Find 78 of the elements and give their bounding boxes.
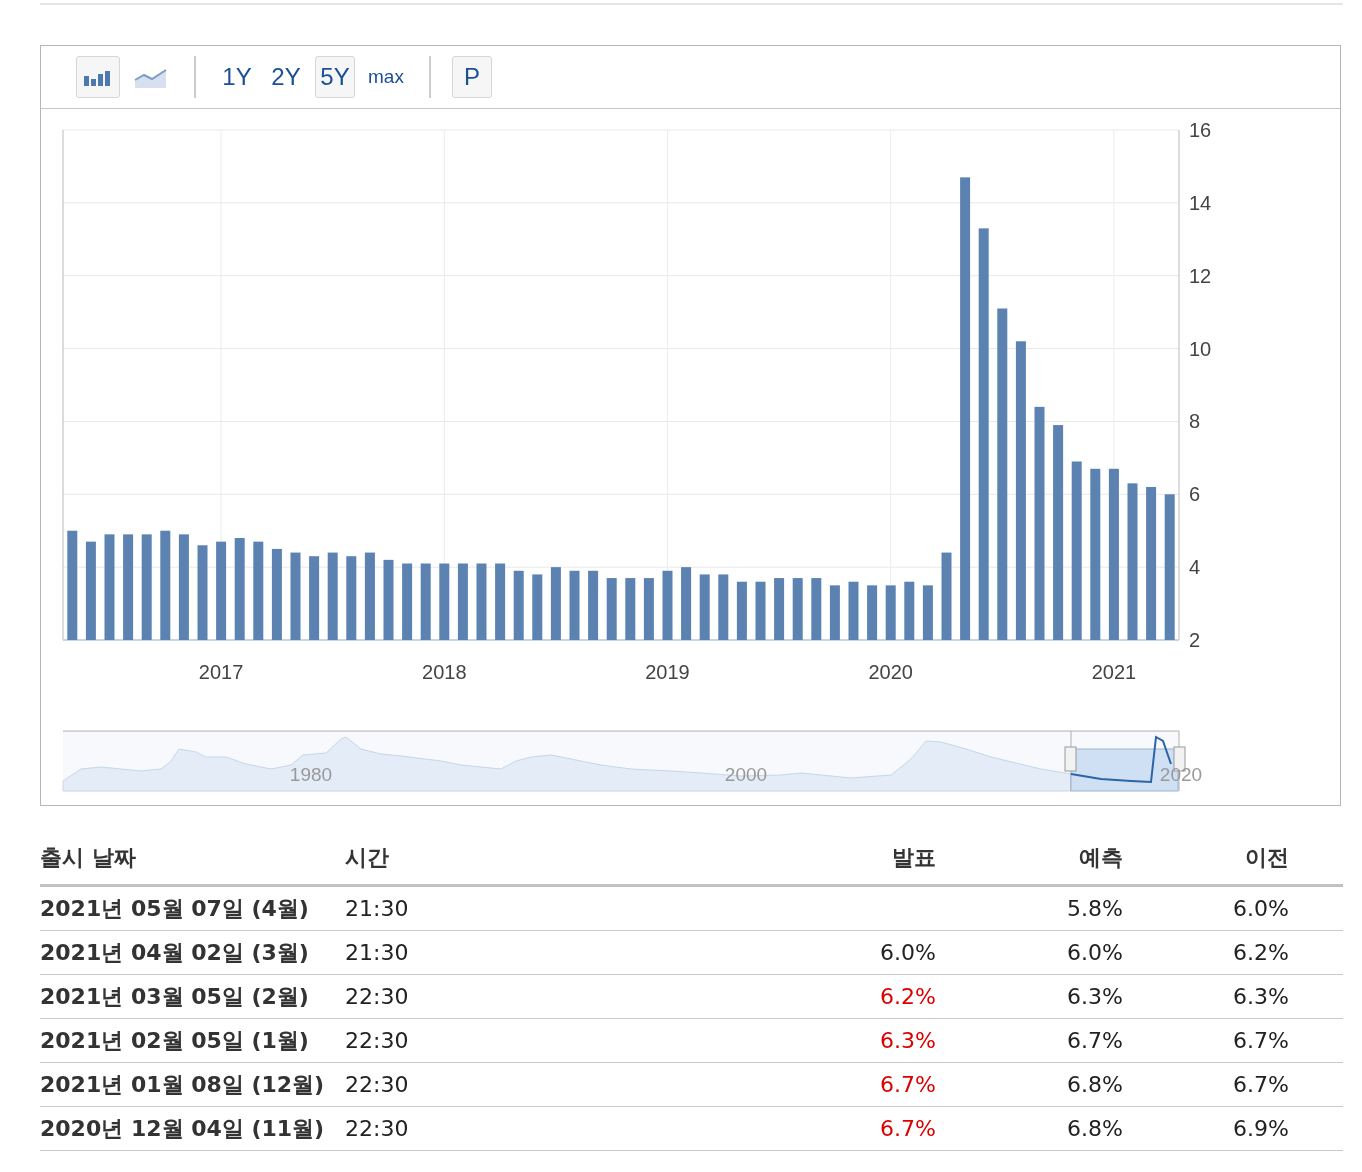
previous-cell-text: 6.3% bbox=[1232, 984, 1289, 1009]
bar bbox=[867, 585, 878, 640]
bar bbox=[588, 570, 599, 640]
navigator-year-label: 2020 bbox=[1159, 764, 1203, 785]
actual-value: 6.7% bbox=[880, 1116, 936, 1141]
previous-cell-text: 6.7% bbox=[1232, 1028, 1289, 1053]
bar bbox=[904, 581, 915, 640]
actual-value: 6.2% bbox=[880, 984, 936, 1009]
x-tick-label: 2017 bbox=[198, 661, 244, 683]
x-tick-label: 2020 bbox=[868, 661, 913, 683]
column-header: 이전 bbox=[1244, 844, 1289, 872]
release-date-cell-text: 2021년 04월 02일 (3월) bbox=[40, 938, 310, 967]
time-cell-text: 22:30 bbox=[345, 1116, 410, 1141]
y-tick-label: 10 bbox=[1189, 337, 1212, 360]
range-button[interactable]: 5Y bbox=[315, 56, 355, 98]
bar bbox=[755, 581, 766, 640]
range-button[interactable]: 1Y bbox=[217, 56, 257, 98]
time-cell-text: 22:30 bbox=[345, 1028, 410, 1053]
bar bbox=[922, 585, 933, 640]
release-date-cell-text: 2021년 05월 07일 (4월) bbox=[40, 894, 310, 923]
bar bbox=[811, 578, 822, 640]
x-tick-label: 2019 bbox=[645, 661, 690, 683]
previous-cell-text: 6.2% bbox=[1232, 940, 1289, 965]
bar bbox=[774, 578, 785, 640]
forecast-cell-text: 6.0% bbox=[1066, 940, 1123, 965]
column-header: 시간 bbox=[345, 844, 390, 872]
bar bbox=[625, 578, 636, 640]
forecast-cell-text: 6.8% bbox=[1066, 1116, 1123, 1141]
x-tick-label: 2018 bbox=[422, 661, 467, 683]
release-date-cell-text: 2021년 01월 08일 (12월) bbox=[40, 1070, 326, 1099]
forecast-cell-text: 5.8% bbox=[1066, 896, 1123, 921]
navigator-year-label: 1980 bbox=[289, 764, 333, 785]
actual-value: 6.3% bbox=[880, 1028, 936, 1053]
bar bbox=[829, 585, 840, 640]
y-tick-label: 8 bbox=[1189, 410, 1201, 433]
time-cell-text: 21:30 bbox=[345, 940, 410, 965]
time-cell-text: 21:30 bbox=[345, 896, 410, 921]
time-cell-text: 22:30 bbox=[345, 1072, 410, 1097]
actual-value: 6.0% bbox=[880, 940, 936, 965]
area-chart-icon bbox=[134, 66, 168, 88]
navigator-year-label: 2000 bbox=[724, 764, 768, 785]
bar bbox=[736, 581, 747, 640]
bar bbox=[885, 585, 896, 640]
range-button[interactable]: 2Y bbox=[266, 56, 306, 98]
y-tick-label: 4 bbox=[1189, 556, 1201, 579]
previous-cell-text: 6.0% bbox=[1232, 896, 1289, 921]
y-tick-label: 16 bbox=[1189, 119, 1212, 141]
time-cell-text: 22:30 bbox=[345, 984, 410, 1009]
bar bbox=[643, 578, 654, 640]
column-header: 출시 날짜 bbox=[40, 844, 137, 872]
y-tick-label: 14 bbox=[1189, 191, 1212, 214]
forecast-cell-text: 6.7% bbox=[1066, 1028, 1123, 1053]
x-tick-label: 2021 bbox=[1091, 661, 1137, 683]
column-header: 발표 bbox=[891, 844, 936, 872]
bar bbox=[718, 574, 729, 640]
release-date-cell-text: 2020년 12월 04일 (11월) bbox=[40, 1114, 326, 1143]
bar bbox=[513, 570, 524, 640]
bar bbox=[606, 578, 617, 640]
bar bbox=[662, 570, 673, 640]
previous-cell-text: 6.9% bbox=[1232, 1116, 1289, 1141]
bar bbox=[792, 578, 803, 640]
p-button[interactable]: P bbox=[451, 56, 492, 98]
bar bbox=[699, 574, 710, 640]
previous-cell-text: 6.7% bbox=[1232, 1072, 1289, 1097]
y-tick-label: 2 bbox=[1189, 629, 1201, 651]
forecast-cell-text: 6.8% bbox=[1066, 1072, 1123, 1097]
actual-value: 6.7% bbox=[880, 1072, 936, 1097]
bar bbox=[569, 570, 580, 640]
bar bbox=[532, 574, 543, 640]
range-button[interactable]: max bbox=[364, 56, 408, 98]
y-tick-label: 12 bbox=[1189, 264, 1212, 287]
bar bbox=[848, 581, 859, 640]
y-tick-label: 6 bbox=[1189, 483, 1201, 506]
release-date-cell-text: 2021년 03월 05일 (2월) bbox=[40, 982, 310, 1011]
forecast-cell-text: 6.3% bbox=[1066, 984, 1123, 1009]
bar-chart-button[interactable] bbox=[76, 56, 120, 98]
release-date-cell-text: 2021년 02월 05일 (1월) bbox=[40, 1026, 310, 1055]
column-header: 예측 bbox=[1078, 844, 1123, 872]
